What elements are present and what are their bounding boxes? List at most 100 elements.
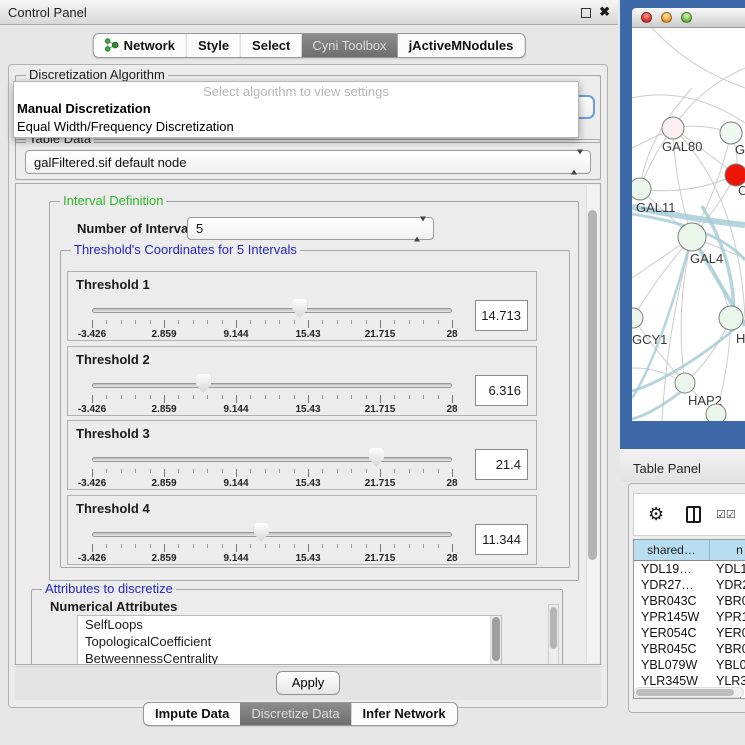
tab-select[interactable]: Select [240,34,301,57]
popup-item-equal-width-frequency[interactable]: Equal Width/Frequency Discretization [17,119,234,134]
network-edge [640,175,736,191]
table-row[interactable]: YBR045CYBR0 [634,641,745,657]
table-row[interactable]: YBR043CYBR0 [634,593,745,609]
list-scrollbar-thumb[interactable] [492,617,500,661]
tick [380,544,381,552]
tab-infer-network[interactable]: Infer Network [351,703,457,725]
tab-network[interactable]: Network [94,34,186,57]
network-window-titlebar [632,8,745,28]
zoom-traffic-light[interactable] [681,12,692,23]
tab-discretize-data[interactable]: Discretize Data [240,703,350,725]
network-node[interactable] [662,117,684,139]
slider-tick-labels: -3.4262.8599.14415.4321.71528 [92,404,452,416]
table-row[interactable]: YDL19…YDL1 [634,561,745,577]
popup-item-manual-discretization[interactable]: Manual Discretization [17,101,151,116]
combo-spinner-icon [414,221,426,236]
slider-track[interactable] [92,308,452,313]
tick [178,395,179,399]
table-cell[interactable]: YBR045C [634,641,710,657]
tick-label: 15.43 [295,478,320,489]
gear-icon[interactable]: ⚙ [648,503,664,525]
panel-scrollbar[interactable] [586,185,599,663]
table-row[interactable]: YER054CYER0 [634,625,745,641]
slider-track[interactable] [92,383,452,388]
tab-style[interactable]: Style [186,34,240,57]
slider-thumb[interactable] [196,374,211,393]
slider-thumb[interactable] [369,448,384,467]
tick [236,544,237,552]
tick [150,395,151,399]
table-row[interactable]: YPR145WYPR1 [634,609,745,625]
tab-cyni-toolbox[interactable]: Cyni Toolbox [301,34,397,57]
attributes-scrollbar[interactable] [548,604,559,665]
tick [193,544,194,548]
table-row[interactable]: YDR27…YDR2 [634,577,745,593]
tick [222,320,223,324]
list-item[interactable]: SelfLoops [78,616,501,633]
table-cell[interactable]: YPR1 [710,609,745,625]
numerical-attributes-list: SelfLoops TopologicalCoefficient Between… [77,615,502,665]
column-header-shared[interactable]: shared… [634,540,710,560]
network-node[interactable] [632,308,643,328]
slider-thumb[interactable] [292,299,307,318]
tick [164,544,165,552]
attributes-scrollbar-thumb[interactable] [550,607,557,649]
table-cell[interactable]: YER0 [710,625,745,641]
network-node[interactable] [720,122,742,144]
table-row[interactable]: YBL079WYBL0 [634,657,745,673]
table-cell[interactable]: YBR0 [710,593,745,609]
panel-scrollbar-thumb[interactable] [588,210,597,560]
table-cell[interactable]: YER054C [634,625,710,641]
tick [394,469,395,473]
network-canvas[interactable]: GAL80GACGAL11GAL4GCY1HHAP2 [632,28,745,421]
close-traffic-light[interactable] [641,12,652,23]
number-of-intervals-combobox[interactable]: 5 [187,217,434,240]
minimize-traffic-light[interactable] [661,12,672,23]
table-cell[interactable]: YDR27… [634,577,710,593]
network-node[interactable] [706,404,726,421]
table-cell[interactable]: YBL0 [710,657,745,673]
table-cell[interactable]: YDL19… [634,561,710,577]
tick [322,395,323,399]
table-cell[interactable]: YDL1 [710,561,745,577]
table-cell[interactable]: YBR0 [710,641,745,657]
checkbox-icons[interactable]: ☑☑ [716,508,736,521]
threshold-value-input[interactable]: 11.344 [475,524,528,555]
tick [423,544,424,548]
tick [121,320,122,324]
tick [322,320,323,324]
table-hscrollbar-thumb[interactable] [636,689,734,696]
tick-label: 15.43 [295,404,320,415]
tick [294,320,295,324]
tab-impute-data[interactable]: Impute Data [144,703,240,725]
slider-thumb[interactable] [254,523,269,542]
table-cell[interactable]: YPR145W [634,609,710,625]
tick [308,320,309,328]
network-node[interactable] [675,373,695,393]
threshold-value-input[interactable]: 14.713 [475,300,528,331]
top-tab-bar: Network Style Select Cyni Toolbox jActiv… [93,33,526,58]
float-window-icon[interactable] [581,8,591,18]
slider-track[interactable] [92,532,452,537]
list-scrollbar[interactable] [490,616,501,665]
split-column-icon[interactable] [686,506,701,523]
table-cell[interactable]: YDR2 [710,577,745,593]
network-node[interactable] [632,178,651,200]
table-cell[interactable]: YBL079W [634,657,710,673]
table-data-combobox[interactable]: galFiltered.sif default node [25,150,591,174]
table-cell[interactable]: YBR043C [634,593,710,609]
network-node[interactable] [719,306,743,330]
list-item[interactable]: TopologicalCoefficient [78,633,501,650]
threshold-value-input[interactable]: 21.4 [475,449,528,480]
tick [438,395,439,399]
slider-track[interactable] [92,457,452,462]
list-item[interactable]: BetweennessCentrality [78,650,501,665]
column-header-name[interactable]: n [710,540,745,560]
close-icon[interactable]: ✖ [599,4,610,20]
tick [150,544,151,548]
threshold-value-input[interactable]: 6.316 [475,375,528,406]
table-hscrollbar[interactable] [634,687,744,698]
apply-button[interactable]: Apply [276,671,340,695]
network-node[interactable] [678,223,706,251]
tab-jactivemnodules[interactable]: jActiveMNodules [398,34,525,57]
